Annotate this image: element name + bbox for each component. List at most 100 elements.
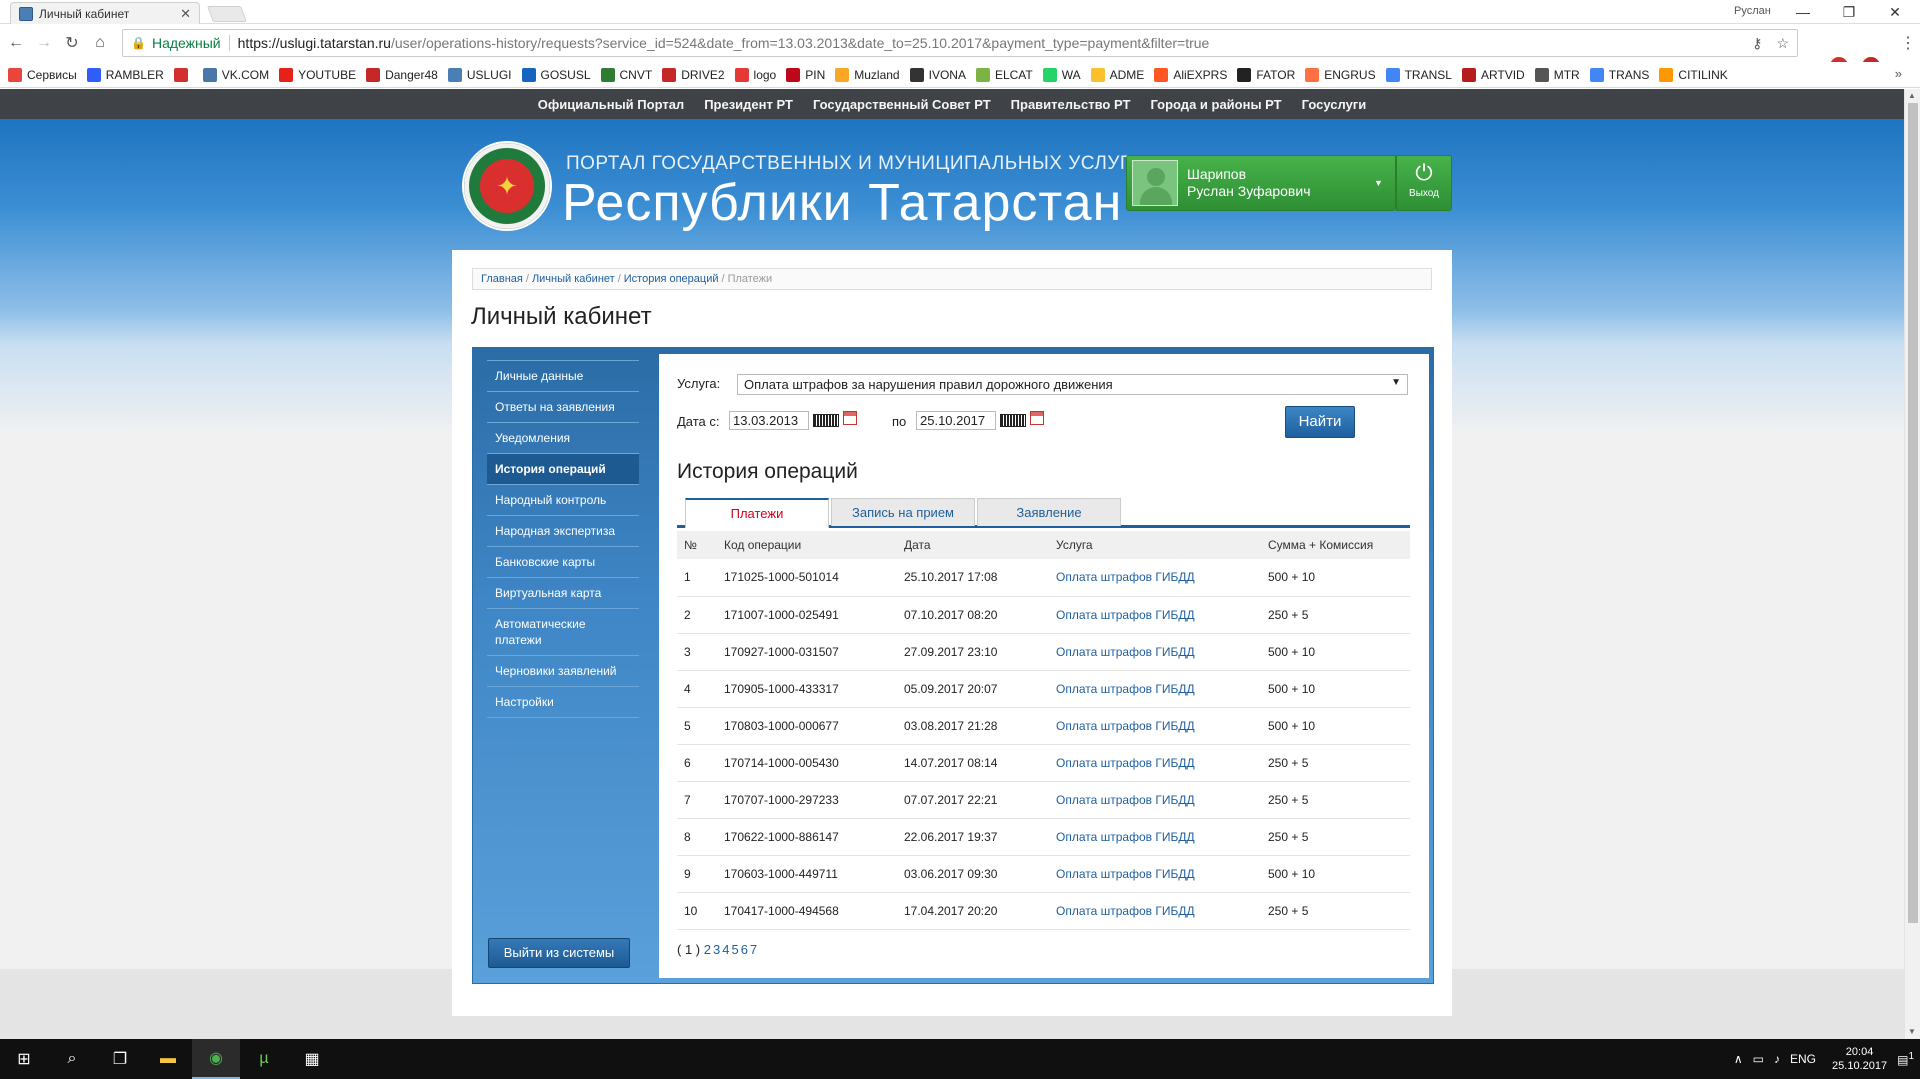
service-link[interactable]: Оплата штрафов ГИБДД: [1056, 645, 1195, 659]
tab-applications[interactable]: Заявление: [977, 498, 1121, 526]
bookmarks-overflow-icon[interactable]: »: [1895, 66, 1902, 81]
bookmark-item[interactable]: TRANSL: [1385, 67, 1452, 82]
service-link[interactable]: Оплата штрафов ГИБДД: [1056, 719, 1195, 733]
bookmark-item[interactable]: USLUGI: [447, 67, 512, 82]
sidebar-item[interactable]: Банковские карты: [487, 547, 639, 578]
page-link[interactable]: 6: [741, 942, 748, 957]
sidebar-item[interactable]: Народная экспертиза: [487, 516, 639, 547]
topnav-link[interactable]: Государственный Совет РТ: [813, 97, 991, 112]
bookmark-item[interactable]: WA: [1042, 67, 1081, 82]
bookmark-item[interactable]: VK.COM: [202, 67, 269, 82]
bookmark-item[interactable]: PIN: [786, 67, 825, 82]
clock[interactable]: 20:04 25.10.2017: [1832, 1045, 1887, 1073]
sidebar-item[interactable]: Ответы на заявления: [487, 392, 639, 423]
address-bar[interactable]: 🔒 Надежный https://uslugi.tatarstan.ru/u…: [122, 29, 1798, 57]
scrollbar-thumb[interactable]: [1908, 103, 1918, 923]
tab-appointments[interactable]: Запись на прием: [831, 498, 975, 526]
calendar-icon[interactable]: [843, 411, 857, 425]
reload-icon[interactable]: ↻: [60, 31, 84, 55]
service-link[interactable]: Оплата штрафов ГИБДД: [1056, 867, 1195, 881]
chrome-icon[interactable]: ◉: [192, 1039, 240, 1079]
page-link[interactable]: 2: [704, 942, 711, 957]
sidebar-item[interactable]: Народный контроль: [487, 485, 639, 516]
browser-tab[interactable]: Личный кабинет ✕: [10, 2, 200, 24]
new-tab-button[interactable]: [207, 6, 247, 22]
topnav-link[interactable]: Города и районы РТ: [1150, 97, 1281, 112]
keyboard-icon[interactable]: [813, 414, 839, 427]
bookmark-star-icon[interactable]: ☆: [1776, 35, 1789, 52]
breadcrumb-cabinet[interactable]: Личный кабинет: [532, 273, 615, 285]
bookmark-item[interactable]: TRANS: [1589, 67, 1649, 82]
scroll-down-icon[interactable]: ▼: [1908, 1027, 1916, 1036]
window-user-label[interactable]: Руслан: [1734, 5, 1771, 17]
date-to-input[interactable]: 25.10.2017: [916, 411, 996, 430]
page-link[interactable]: 5: [731, 942, 738, 957]
network-icon[interactable]: ▭: [1753, 1052, 1764, 1066]
topnav-link[interactable]: Госуслуги: [1302, 97, 1367, 112]
bookmark-item[interactable]: ELCAT: [975, 67, 1033, 82]
bookmark-item[interactable]: CITILINK: [1659, 67, 1728, 82]
calculator-icon[interactable]: ▦: [288, 1039, 336, 1079]
sidebar-item[interactable]: Настройки: [487, 687, 639, 718]
keyboard-icon[interactable]: [1000, 414, 1026, 427]
windows-start-icon[interactable]: ⊞: [0, 1039, 48, 1079]
tray-chevron-icon[interactable]: ∧: [1734, 1052, 1743, 1066]
volume-icon[interactable]: ♪: [1774, 1052, 1780, 1066]
calendar-icon[interactable]: [1030, 411, 1044, 425]
sidebar-item[interactable]: Автоматические платежи: [487, 609, 639, 656]
bookmark-item[interactable]: logo: [734, 67, 776, 82]
bookmark-item[interactable]: Muzland: [835, 67, 900, 82]
bookmark-item[interactable]: ENGRUS: [1305, 67, 1376, 82]
user-menu[interactable]: Шарипов Руслан Зуфарович ▼: [1126, 155, 1396, 211]
bookmark-item[interactable]: RAMBLER: [86, 67, 164, 82]
header-logout-button[interactable]: ⏻ Выход: [1396, 155, 1452, 211]
utorrent-icon[interactable]: µ: [240, 1039, 288, 1079]
sidebar-item[interactable]: Уведомления: [487, 423, 639, 454]
service-link[interactable]: Оплата штрафов ГИБДД: [1056, 682, 1195, 696]
page-link[interactable]: 4: [722, 942, 729, 957]
bookmark-item[interactable]: Сервисы: [8, 67, 77, 82]
service-link[interactable]: Оплата штрафов ГИБДД: [1056, 570, 1195, 584]
sidebar-item[interactable]: Виртуальная карта: [487, 578, 639, 609]
bookmark-item[interactable]: Danger48: [366, 67, 438, 82]
tab-payments[interactable]: Платежи: [685, 498, 829, 528]
home-icon[interactable]: ⌂: [88, 31, 112, 55]
sidebar-item[interactable]: История операций: [487, 454, 639, 485]
minimize-icon[interactable]: —: [1780, 0, 1826, 24]
breadcrumb-history[interactable]: История операций: [624, 273, 719, 285]
service-link[interactable]: Оплата штрафов ГИБДД: [1056, 830, 1195, 844]
date-from-input[interactable]: 13.03.2013: [729, 411, 809, 430]
tab-close-icon[interactable]: ✕: [180, 6, 191, 22]
page-scrollbar[interactable]: ▲ ▼: [1904, 89, 1920, 1039]
key-icon[interactable]: ⚷: [1752, 35, 1762, 52]
bookmark-item[interactable]: IVONA: [909, 67, 966, 82]
topnav-link[interactable]: Президент РТ: [704, 97, 793, 112]
breadcrumb-home[interactable]: Главная: [481, 273, 523, 285]
page-link[interactable]: 7: [750, 942, 757, 957]
bookmark-item[interactable]: CNVT: [600, 67, 652, 82]
bookmark-item[interactable]: DRIVE2: [662, 67, 725, 82]
service-select[interactable]: Оплата штрафов за нарушения правил дорож…: [737, 374, 1408, 395]
bookmark-item[interactable]: FATOR: [1237, 67, 1295, 82]
close-window-icon[interactable]: ✕: [1872, 0, 1918, 24]
service-link[interactable]: Оплата штрафов ГИБДД: [1056, 904, 1195, 918]
bookmark-item[interactable]: GOSUSL: [521, 67, 591, 82]
search-icon[interactable]: ⌕: [48, 1039, 96, 1079]
service-link[interactable]: Оплата штрафов ГИБДД: [1056, 608, 1195, 622]
page-link[interactable]: 3: [713, 942, 720, 957]
file-explorer-icon[interactable]: ▬: [144, 1039, 192, 1079]
bookmark-item[interactable]: MTR: [1534, 67, 1580, 82]
task-view-icon[interactable]: ❐: [96, 1039, 144, 1079]
bookmark-item[interactable]: AliEXPRS: [1154, 67, 1227, 82]
back-icon[interactable]: ←: [4, 31, 28, 55]
sidebar-item[interactable]: Личные данные: [487, 360, 639, 392]
find-button[interactable]: Найти: [1285, 406, 1355, 438]
scroll-up-icon[interactable]: ▲: [1908, 91, 1916, 100]
chevron-down-icon[interactable]: ▼: [1374, 178, 1383, 188]
bookmark-item[interactable]: [173, 67, 193, 82]
bookmark-item[interactable]: YOUTUBE: [279, 67, 356, 82]
forward-icon[interactable]: →: [32, 31, 56, 55]
bookmark-item[interactable]: ARTVID: [1461, 67, 1525, 82]
service-link[interactable]: Оплата штрафов ГИБДД: [1056, 793, 1195, 807]
language-indicator[interactable]: ENG: [1790, 1052, 1816, 1066]
